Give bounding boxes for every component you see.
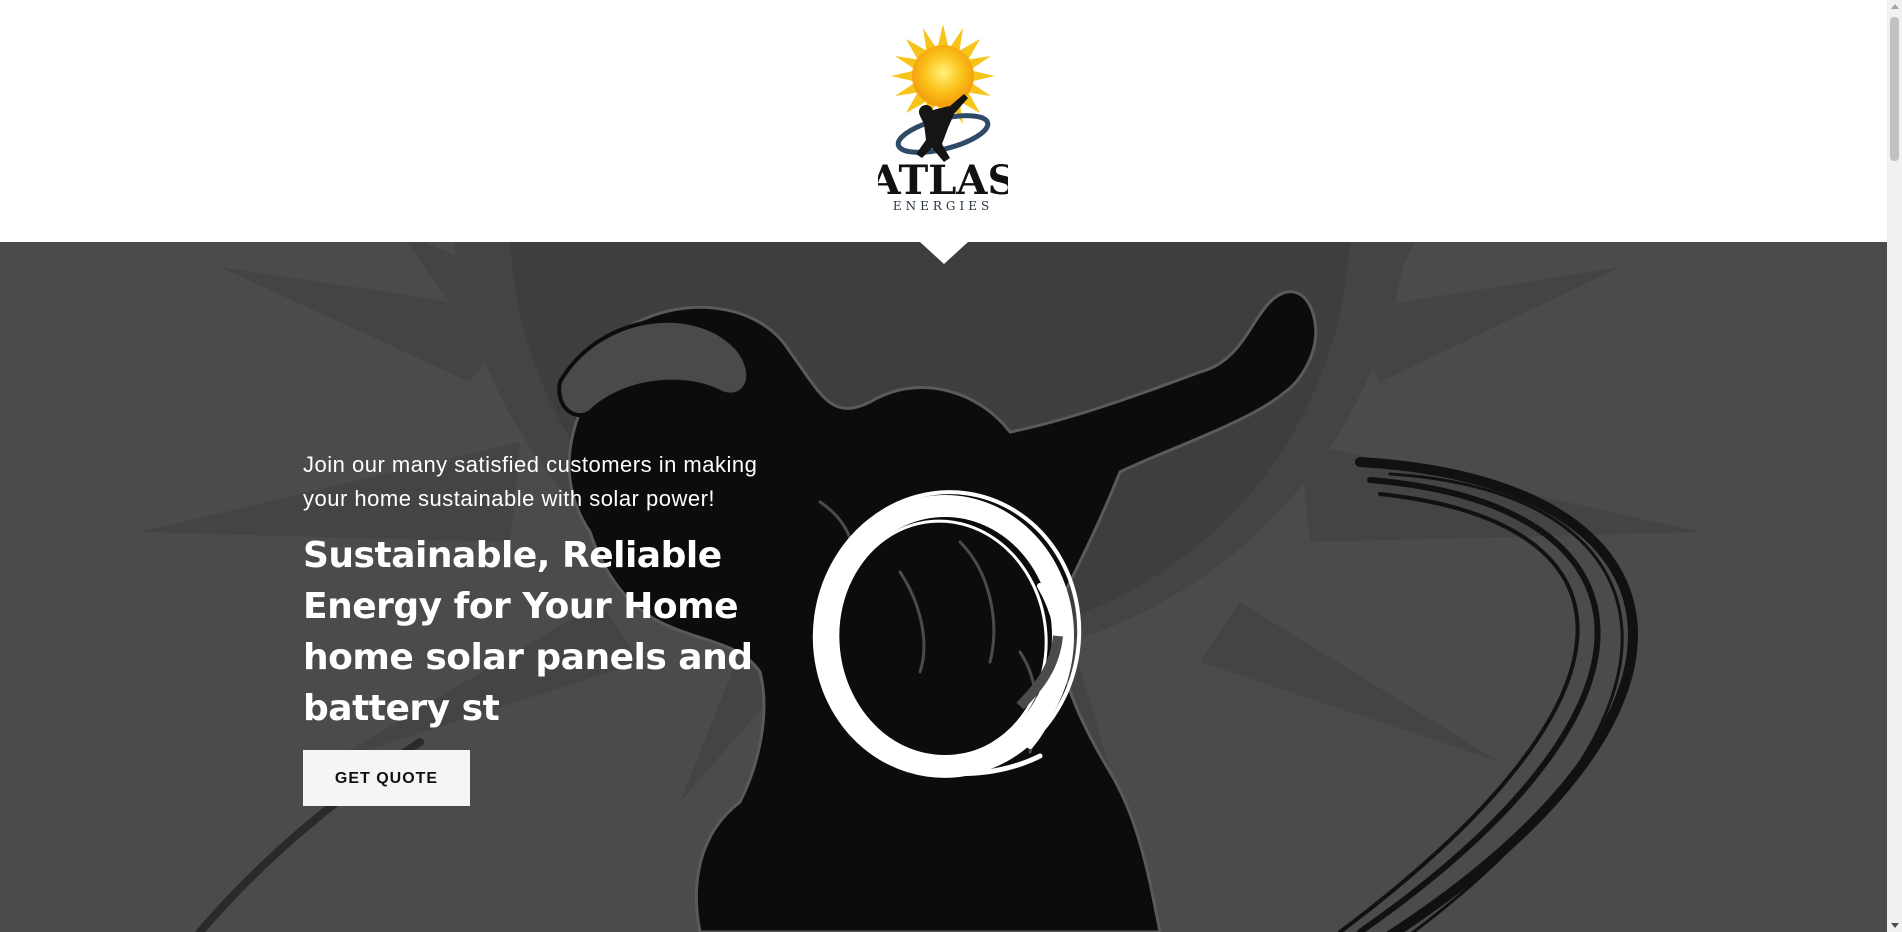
hero-title-line: home solar panels and xyxy=(303,637,753,678)
sun-atlas-logo-icon: ATLAS ENERGIES xyxy=(878,24,1008,213)
vertical-scrollbar[interactable] xyxy=(1887,0,1902,932)
hero-content: Join our many satisfied customers in mak… xyxy=(303,448,803,806)
page: ATLAS ENERGIES Join our many satisfied c… xyxy=(0,0,1902,932)
site-header: ATLAS ENERGIES xyxy=(0,0,1887,242)
scroll-down-arrow-icon[interactable] xyxy=(1891,923,1899,928)
hero-title: Sustainable, Reliable Energy for Your Ho… xyxy=(303,530,773,734)
logo-wordmark: ATLAS xyxy=(878,157,1008,204)
hero-section: Join our many satisfied customers in mak… xyxy=(0,242,1887,932)
hero-title-line: Sustainable, Reliable xyxy=(303,535,722,576)
logo[interactable]: ATLAS ENERGIES xyxy=(878,24,1008,214)
get-quote-button[interactable]: GET QUOTE xyxy=(303,750,470,806)
hero-title-line: Energy for Your Home xyxy=(303,586,739,627)
hero-title-line: battery st xyxy=(303,688,500,729)
header-notch xyxy=(920,242,968,264)
hero-tagline: Join our many satisfied customers in mak… xyxy=(303,452,758,511)
scroll-up-arrow-icon[interactable] xyxy=(1891,4,1899,9)
brush-ring-icon xyxy=(812,490,1082,778)
scrollbar-thumb[interactable] xyxy=(1890,17,1899,161)
brush-ring xyxy=(800,486,1090,786)
logo-subtitle: ENERGIES xyxy=(893,199,993,213)
